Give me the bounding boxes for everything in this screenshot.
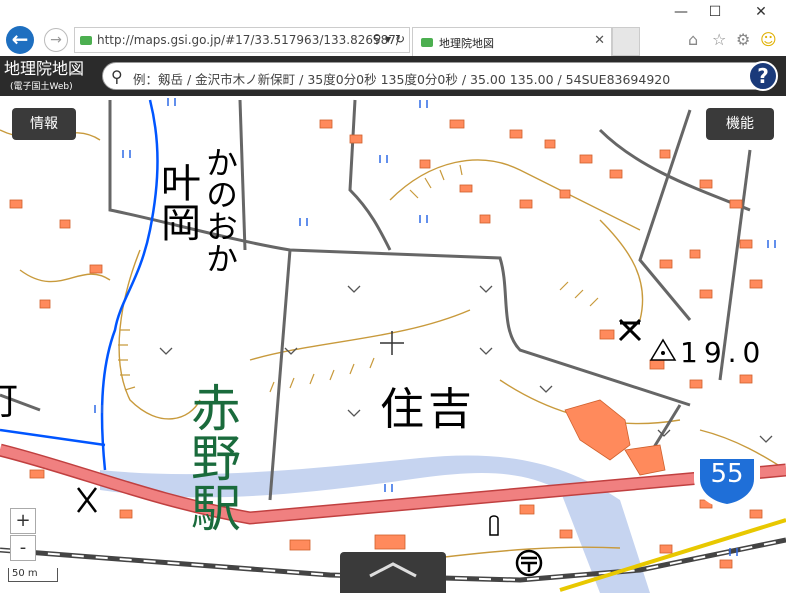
search-placeholder: 例：剱岳 / 金沢市木ノ新保町 / 35度0分0秒 135度0分0秒 / 35.… — [133, 72, 671, 87]
map-canvas[interactable]: かのおか 叶岡 住吉 赤野駅 19.0 町 55 情報 機能 + - — [0, 96, 786, 593]
info-button[interactable]: 情報 — [12, 108, 76, 140]
station-label: 赤野駅 — [183, 382, 241, 532]
close-icon[interactable]: ✕ — [746, 2, 776, 22]
place-label-partial: 町 — [0, 370, 18, 425]
site-favicon-icon — [80, 36, 92, 45]
route-shield-55: 55 — [692, 449, 762, 510]
new-tab-button[interactable] — [612, 27, 640, 56]
smiley-icon[interactable]: ☺ — [760, 30, 777, 49]
stream-line-west — [0, 428, 106, 447]
forward-button[interactable]: → — [44, 28, 68, 52]
tab-favicon-icon — [421, 38, 433, 47]
post-office-symbol — [515, 549, 543, 577]
back-button[interactable]: ← — [6, 26, 34, 54]
police-box-symbol — [77, 487, 97, 513]
functions-button[interactable]: 機能 — [706, 108, 774, 140]
url-text: http://maps.gsi.go.jp/#17/33.517963/133.… — [97, 33, 400, 47]
search-input[interactable]: ⚲ 例：剱岳 / 金沢市木ノ新保町 / 35度0分0秒 135度0分0秒 / 3… — [102, 62, 772, 90]
local-roads — [0, 99, 752, 501]
refresh-icon[interactable]: ↻ — [395, 32, 405, 46]
address-bar-controls[interactable]: ⚲ ▾ ↻ — [372, 32, 405, 46]
elevation-label: 19.0 — [680, 336, 767, 369]
map-tiles — [0, 98, 786, 593]
zoom-out-button[interactable]: - — [10, 535, 36, 561]
search-icon: ⚲ — [111, 67, 123, 86]
minimize-icon[interactable]: — — [666, 2, 696, 22]
search-icon[interactable]: ⚲ — [372, 32, 381, 46]
place-label-kanooka-kanji: 叶岡 — [154, 162, 200, 242]
app-subtitle: (電子国土Web) — [10, 82, 73, 92]
main-road — [0, 445, 786, 524]
maximize-icon[interactable]: ☐ — [700, 2, 730, 22]
place-label-kanooka-kana: かのおか — [201, 146, 239, 274]
app-title[interactable]: 地理院地図 — [4, 60, 84, 77]
home-icon[interactable]: ⌂ — [688, 30, 698, 49]
route-number: 55 — [710, 459, 744, 489]
browser-tab[interactable]: 地理院地図 ✕ — [412, 27, 612, 56]
zoom-in-button[interactable]: + — [10, 508, 36, 534]
help-button[interactable]: ? — [748, 61, 778, 91]
star-icon[interactable]: ☆ — [712, 30, 726, 49]
bottom-panel-toggle[interactable] — [340, 552, 446, 593]
monument-symbol — [489, 515, 499, 536]
window-titlebar: — ☐ ✕ — [0, 0, 786, 24]
dropdown-icon[interactable]: ▾ — [385, 32, 391, 46]
contour-lines — [0, 129, 786, 561]
gear-icon[interactable]: ⚙ — [736, 30, 750, 49]
browser-nav-bar: ← → http://maps.gsi.go.jp/#17/33.517963/… — [0, 24, 786, 56]
app-header: 地理院地図 (電子国土Web) ⚲ 例：剱岳 / 金沢市木ノ新保町 / 35度0… — [0, 56, 786, 96]
chevron-up-icon — [369, 562, 417, 578]
address-bar[interactable]: http://maps.gsi.go.jp/#17/33.517963/133.… — [74, 27, 410, 53]
tab-title: 地理院地図 — [439, 37, 494, 50]
tab-close-icon[interactable]: ✕ — [594, 33, 605, 48]
school-symbol — [618, 318, 642, 342]
scale-bar: 50 m — [8, 568, 58, 582]
triangulation-point — [649, 338, 677, 361]
place-label-sumiyoshi: 住吉 — [380, 384, 476, 435]
